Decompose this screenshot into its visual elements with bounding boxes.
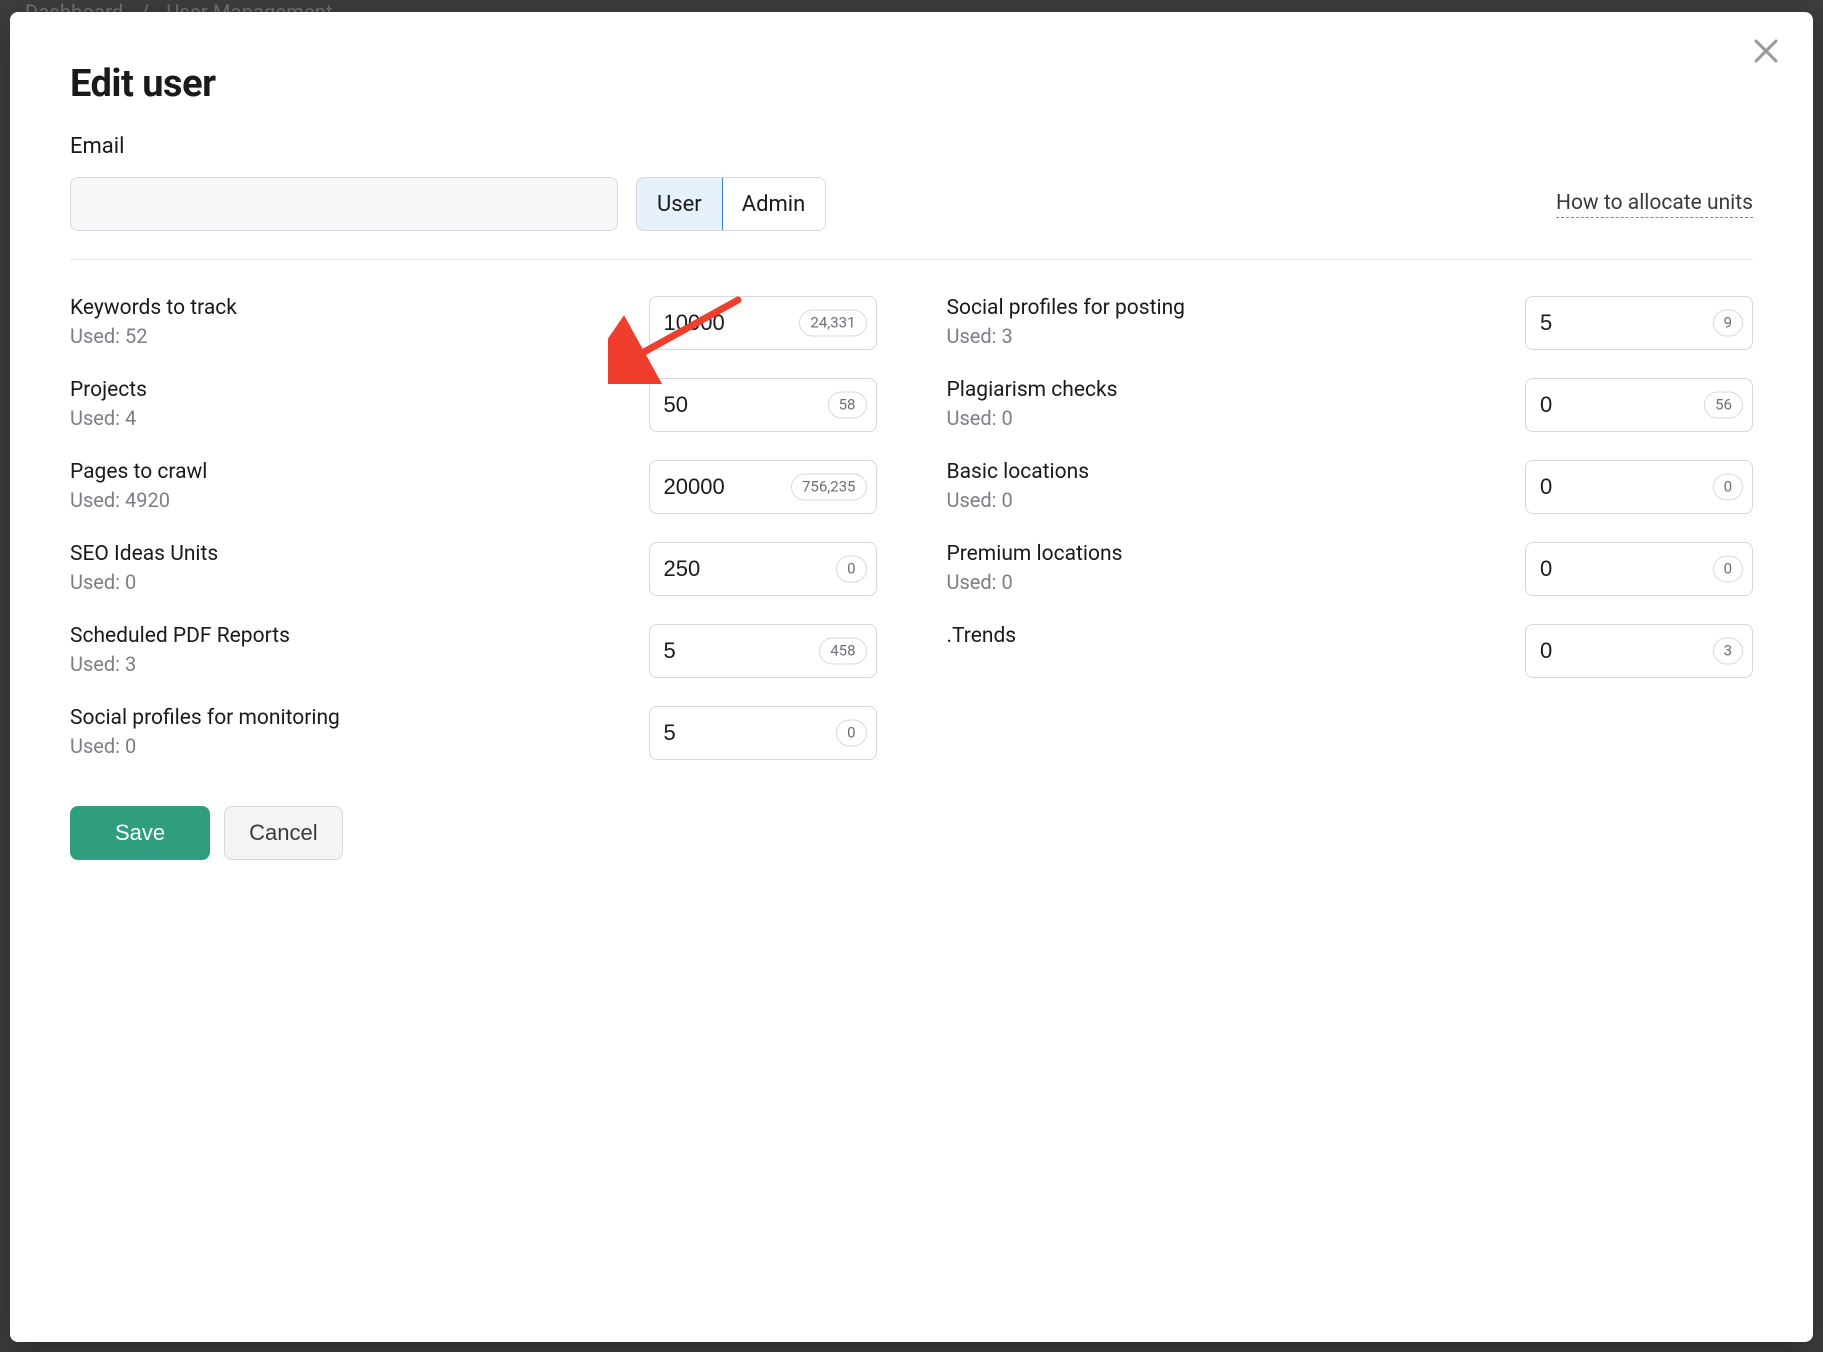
limit-used: Used: 0 xyxy=(947,488,1506,512)
limit-used: Used: 4 xyxy=(70,406,629,430)
limit-row-soc_mon: Social profiles for monitoring Used: 0 0 xyxy=(70,706,877,760)
limit-available-badge: 0 xyxy=(836,720,866,747)
limit-name: Plagiarism checks xyxy=(947,378,1506,402)
limit-available-badge: 0 xyxy=(1713,474,1743,501)
email-label: Email xyxy=(70,134,1753,159)
limit-available-badge: 458 xyxy=(819,638,866,665)
limit-row-plag: Plagiarism checks Used: 0 56 xyxy=(947,378,1754,432)
limit-name: Keywords to track xyxy=(70,296,629,320)
limit-name: Social profiles for monitoring xyxy=(70,706,629,730)
limit-name: .Trends xyxy=(947,624,1506,648)
limit-row-pages: Pages to crawl Used: 4920 756,235 xyxy=(70,460,877,514)
limit-used: Used: 3 xyxy=(70,652,629,676)
limit-available-badge: 0 xyxy=(1713,556,1743,583)
save-button[interactable]: Save xyxy=(70,806,210,860)
limit-available-badge: 3 xyxy=(1713,638,1743,665)
limit-used: Used: 0 xyxy=(947,570,1506,594)
limits-grid: Keywords to track Used: 52 24,331 Projects U… xyxy=(70,296,1753,760)
limit-available-badge: 756,235 xyxy=(791,474,867,501)
role-admin-segment[interactable]: Admin xyxy=(722,178,826,230)
role-toggle: User Admin xyxy=(636,177,826,231)
role-user-segment[interactable]: User xyxy=(636,177,723,231)
limit-used: Used: 0 xyxy=(70,734,629,758)
limit-available-badge: 24,331 xyxy=(799,310,866,337)
edit-user-modal: Edit user Email User Admin How to alloca… xyxy=(10,12,1813,1342)
limit-name: Pages to crawl xyxy=(70,460,629,484)
limit-used: Used: 4920 xyxy=(70,488,629,512)
limit-available-badge: 0 xyxy=(836,556,866,583)
cancel-button[interactable]: Cancel xyxy=(224,806,342,860)
limit-available-badge: 9 xyxy=(1713,310,1743,337)
limit-row-trends: .Trends 3 xyxy=(947,624,1754,678)
allocate-units-link[interactable]: How to allocate units xyxy=(1556,191,1753,218)
limit-row-soc_post: Social profiles for posting Used: 3 9 xyxy=(947,296,1754,350)
limit-name: SEO Ideas Units xyxy=(70,542,629,566)
close-icon[interactable] xyxy=(1749,34,1783,68)
limit-name: Social profiles for posting xyxy=(947,296,1506,320)
limit-used: Used: 0 xyxy=(70,570,629,594)
limit-row-prem_loc: Premium locations Used: 0 0 xyxy=(947,542,1754,596)
limit-name: Scheduled PDF Reports xyxy=(70,624,629,648)
limit-used: Used: 3 xyxy=(947,324,1506,348)
divider xyxy=(70,259,1753,260)
limit-name: Projects xyxy=(70,378,629,402)
limit-used: Used: 0 xyxy=(947,406,1506,430)
limit-available-badge: 58 xyxy=(828,392,867,419)
limit-available-badge: 56 xyxy=(1704,392,1743,419)
limit-row-seo: SEO Ideas Units Used: 0 0 xyxy=(70,542,877,596)
modal-title: Edit user xyxy=(70,62,1753,106)
email-input[interactable] xyxy=(70,177,618,231)
limit-row-projects: Projects Used: 4 58 xyxy=(70,378,877,432)
limit-row-basic_loc: Basic locations Used: 0 0 xyxy=(947,460,1754,514)
limit-name: Premium locations xyxy=(947,542,1506,566)
limit-name: Basic locations xyxy=(947,460,1506,484)
limit-row-keywords: Keywords to track Used: 52 24,331 xyxy=(70,296,877,350)
limit-row-pdf: Scheduled PDF Reports Used: 3 458 xyxy=(70,624,877,678)
limit-used: Used: 52 xyxy=(70,324,629,348)
